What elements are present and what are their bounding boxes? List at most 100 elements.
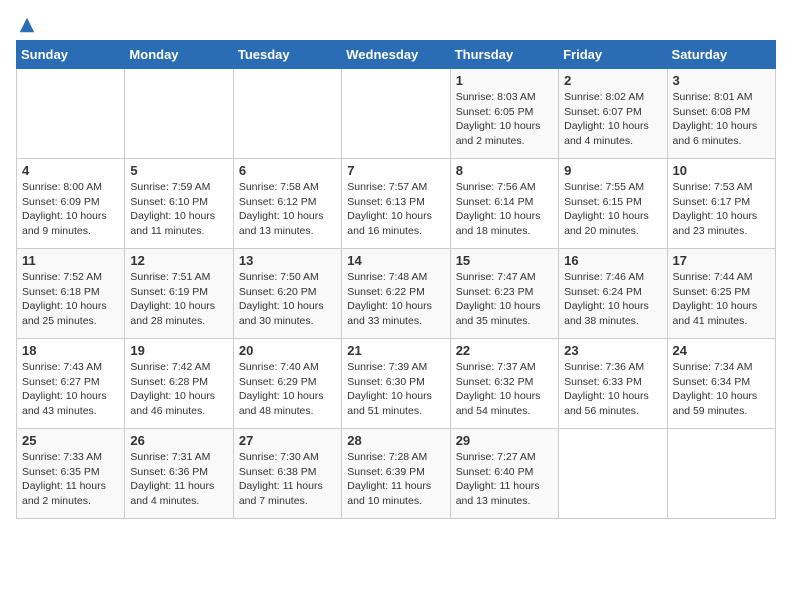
- calendar-cell: 17 Sunrise: 7:44 AMSunset: 6:25 PMDayligh…: [667, 249, 775, 339]
- calendar-cell: 13 Sunrise: 7:50 AMSunset: 6:20 PMDayligh…: [233, 249, 341, 339]
- day-info: Sunrise: 8:03 AMSunset: 6:05 PMDaylight:…: [456, 90, 553, 149]
- calendar-cell: 26 Sunrise: 7:31 AMSunset: 6:36 PMDayligh…: [125, 429, 233, 519]
- day-info: Sunrise: 7:43 AMSunset: 6:27 PMDaylight:…: [22, 360, 119, 419]
- day-info: Sunrise: 8:01 AMSunset: 6:08 PMDaylight:…: [673, 90, 770, 149]
- calendar-cell: 21 Sunrise: 7:39 AMSunset: 6:30 PMDayligh…: [342, 339, 450, 429]
- day-number: 10: [673, 163, 770, 178]
- day-number: 13: [239, 253, 336, 268]
- day-number: 4: [22, 163, 119, 178]
- day-info: Sunrise: 7:37 AMSunset: 6:32 PMDaylight:…: [456, 360, 553, 419]
- calendar-cell: [125, 69, 233, 159]
- calendar-cell: 3 Sunrise: 8:01 AMSunset: 6:08 PMDaylight…: [667, 69, 775, 159]
- calendar-cell: [342, 69, 450, 159]
- calendar-week-row: 11 Sunrise: 7:52 AMSunset: 6:18 PMDayligh…: [17, 249, 776, 339]
- day-number: 15: [456, 253, 553, 268]
- day-number: 11: [22, 253, 119, 268]
- calendar-cell: [559, 429, 667, 519]
- day-info: Sunrise: 7:34 AMSunset: 6:34 PMDaylight:…: [673, 360, 770, 419]
- day-header-wednesday: Wednesday: [342, 41, 450, 69]
- calendar-week-row: 18 Sunrise: 7:43 AMSunset: 6:27 PMDayligh…: [17, 339, 776, 429]
- calendar-cell: 19 Sunrise: 7:42 AMSunset: 6:28 PMDayligh…: [125, 339, 233, 429]
- day-info: Sunrise: 7:28 AMSunset: 6:39 PMDaylight:…: [347, 450, 444, 509]
- calendar-cell: [233, 69, 341, 159]
- day-number: 29: [456, 433, 553, 448]
- day-info: Sunrise: 8:00 AMSunset: 6:09 PMDaylight:…: [22, 180, 119, 239]
- day-info: Sunrise: 7:53 AMSunset: 6:17 PMDaylight:…: [673, 180, 770, 239]
- calendar-cell: 12 Sunrise: 7:51 AMSunset: 6:19 PMDayligh…: [125, 249, 233, 339]
- day-number: 26: [130, 433, 227, 448]
- day-info: Sunrise: 7:50 AMSunset: 6:20 PMDaylight:…: [239, 270, 336, 329]
- day-header-sunday: Sunday: [17, 41, 125, 69]
- day-number: 17: [673, 253, 770, 268]
- day-number: 27: [239, 433, 336, 448]
- calendar-cell: 6 Sunrise: 7:58 AMSunset: 6:12 PMDaylight…: [233, 159, 341, 249]
- day-info: Sunrise: 7:27 AMSunset: 6:40 PMDaylight:…: [456, 450, 553, 509]
- logo-icon: [18, 16, 36, 34]
- day-number: 12: [130, 253, 227, 268]
- day-number: 28: [347, 433, 444, 448]
- calendar-cell: 20 Sunrise: 7:40 AMSunset: 6:29 PMDayligh…: [233, 339, 341, 429]
- day-header-friday: Friday: [559, 41, 667, 69]
- day-number: 20: [239, 343, 336, 358]
- calendar-cell: 7 Sunrise: 7:57 AMSunset: 6:13 PMDaylight…: [342, 159, 450, 249]
- day-info: Sunrise: 7:51 AMSunset: 6:19 PMDaylight:…: [130, 270, 227, 329]
- calendar-cell: 2 Sunrise: 8:02 AMSunset: 6:07 PMDaylight…: [559, 69, 667, 159]
- day-info: Sunrise: 7:30 AMSunset: 6:38 PMDaylight:…: [239, 450, 336, 509]
- calendar-cell: 10 Sunrise: 7:53 AMSunset: 6:17 PMDayligh…: [667, 159, 775, 249]
- day-info: Sunrise: 7:55 AMSunset: 6:15 PMDaylight:…: [564, 180, 661, 239]
- day-number: 22: [456, 343, 553, 358]
- calendar-table: SundayMondayTuesdayWednesdayThursdayFrid…: [16, 40, 776, 519]
- calendar-week-row: 4 Sunrise: 8:00 AMSunset: 6:09 PMDaylight…: [17, 159, 776, 249]
- day-number: 1: [456, 73, 553, 88]
- day-info: Sunrise: 7:42 AMSunset: 6:28 PMDaylight:…: [130, 360, 227, 419]
- day-info: Sunrise: 7:40 AMSunset: 6:29 PMDaylight:…: [239, 360, 336, 419]
- day-info: Sunrise: 7:47 AMSunset: 6:23 PMDaylight:…: [456, 270, 553, 329]
- calendar-cell: 4 Sunrise: 8:00 AMSunset: 6:09 PMDaylight…: [17, 159, 125, 249]
- day-info: Sunrise: 7:39 AMSunset: 6:30 PMDaylight:…: [347, 360, 444, 419]
- calendar-cell: 1 Sunrise: 8:03 AMSunset: 6:05 PMDaylight…: [450, 69, 558, 159]
- calendar-cell: 8Sunrise: 7:56 AMSunset: 6:14 PMDaylight…: [450, 159, 558, 249]
- day-number: 5: [130, 163, 227, 178]
- day-number: 3: [673, 73, 770, 88]
- day-number: 19: [130, 343, 227, 358]
- day-info: Sunrise: 7:58 AMSunset: 6:12 PMDaylight:…: [239, 180, 336, 239]
- day-number: 16: [564, 253, 661, 268]
- calendar-cell: 15 Sunrise: 7:47 AMSunset: 6:23 PMDayligh…: [450, 249, 558, 339]
- day-info: Sunrise: 7:57 AMSunset: 6:13 PMDaylight:…: [347, 180, 444, 239]
- day-info: Sunrise: 7:33 AMSunset: 6:35 PMDaylight:…: [22, 450, 119, 509]
- day-info: Sunrise: 7:31 AMSunset: 6:36 PMDaylight:…: [130, 450, 227, 509]
- calendar-cell: 14Sunrise: 7:48 AMSunset: 6:22 PMDayligh…: [342, 249, 450, 339]
- calendar-cell: 29 Sunrise: 7:27 AMSunset: 6:40 PMDayligh…: [450, 429, 558, 519]
- day-info: Sunrise: 7:44 AMSunset: 6:25 PMDaylight:…: [673, 270, 770, 329]
- calendar-cell: 18 Sunrise: 7:43 AMSunset: 6:27 PMDayligh…: [17, 339, 125, 429]
- calendar-week-row: 25 Sunrise: 7:33 AMSunset: 6:35 PMDayligh…: [17, 429, 776, 519]
- day-info: Sunrise: 8:02 AMSunset: 6:07 PMDaylight:…: [564, 90, 661, 149]
- calendar-cell: 9 Sunrise: 7:55 AMSunset: 6:15 PMDaylight…: [559, 159, 667, 249]
- day-number: 18: [22, 343, 119, 358]
- day-number: 2: [564, 73, 661, 88]
- calendar-cell: 16 Sunrise: 7:46 AMSunset: 6:24 PMDayligh…: [559, 249, 667, 339]
- day-header-tuesday: Tuesday: [233, 41, 341, 69]
- day-number: 7: [347, 163, 444, 178]
- page-header: [16, 16, 776, 30]
- calendar-cell: 25 Sunrise: 7:33 AMSunset: 6:35 PMDayligh…: [17, 429, 125, 519]
- calendar-cell: 27 Sunrise: 7:30 AMSunset: 6:38 PMDayligh…: [233, 429, 341, 519]
- calendar-cell: [17, 69, 125, 159]
- logo: [16, 16, 36, 30]
- day-number: 24: [673, 343, 770, 358]
- calendar-cell: [667, 429, 775, 519]
- day-number: 14: [347, 253, 444, 268]
- day-info: Sunrise: 7:59 AMSunset: 6:10 PMDaylight:…: [130, 180, 227, 239]
- day-number: 21: [347, 343, 444, 358]
- calendar-cell: 22 Sunrise: 7:37 AMSunset: 6:32 PMDayligh…: [450, 339, 558, 429]
- day-info: Sunrise: 7:52 AMSunset: 6:18 PMDaylight:…: [22, 270, 119, 329]
- calendar-header-row: SundayMondayTuesdayWednesdayThursdayFrid…: [17, 41, 776, 69]
- day-number: 23: [564, 343, 661, 358]
- day-number: 6: [239, 163, 336, 178]
- day-number: 25: [22, 433, 119, 448]
- day-info: Sunrise: 7:46 AMSunset: 6:24 PMDaylight:…: [564, 270, 661, 329]
- calendar-cell: 5 Sunrise: 7:59 AMSunset: 6:10 PMDaylight…: [125, 159, 233, 249]
- day-number: 9: [564, 163, 661, 178]
- calendar-cell: 23Sunrise: 7:36 AMSunset: 6:33 PMDayligh…: [559, 339, 667, 429]
- day-header-saturday: Saturday: [667, 41, 775, 69]
